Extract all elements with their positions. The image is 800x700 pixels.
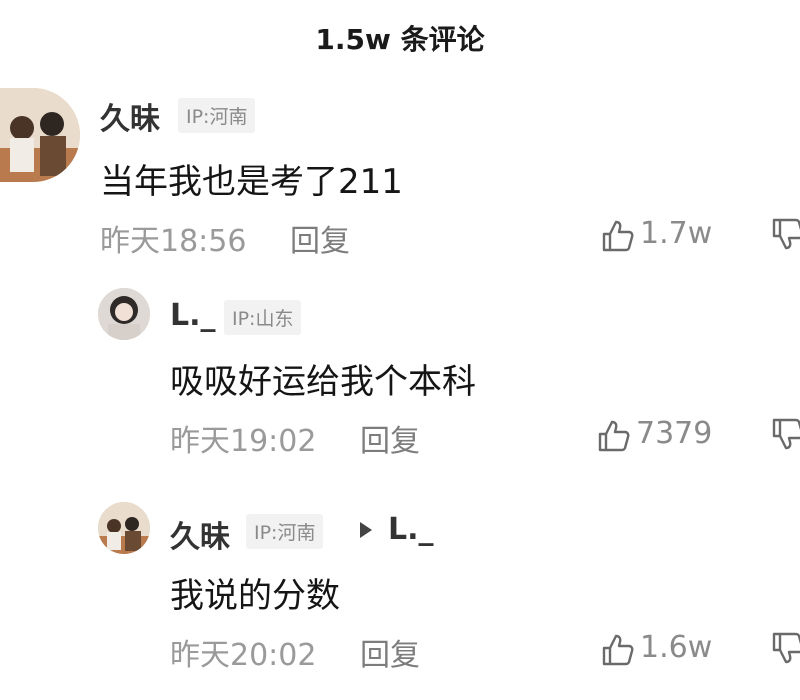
comment-username[interactable]: L._ bbox=[170, 298, 216, 333]
like-button[interactable]: 7379 bbox=[596, 416, 726, 456]
reply-button[interactable]: 回复 bbox=[360, 630, 420, 674]
comment-timestamp: 昨天19:02 bbox=[170, 424, 317, 459]
comment-text: 当年我也是考了211 bbox=[100, 162, 403, 202]
reply-target-username[interactable]: L._ bbox=[388, 512, 434, 547]
reply-button[interactable]: 回复 bbox=[290, 216, 350, 260]
thumbs-up-icon bbox=[602, 634, 634, 666]
avatar[interactable] bbox=[98, 288, 150, 340]
like-count: 1.7w bbox=[640, 216, 713, 251]
comments-page: 1.5w 条评论 久昧 IP:河南 当年我也是考了211 昨天18:56 回复 … bbox=[0, 0, 800, 700]
like-button[interactable]: 1.7w bbox=[600, 216, 730, 256]
ip-location-badge: IP:山东 bbox=[224, 300, 302, 335]
comment-text: 吸吸好运给我个本科 bbox=[170, 362, 476, 402]
reply-item: 久昧 IP:河南 L._ 我说的分数 昨天20:02 回复 1.6w bbox=[0, 480, 800, 700]
thumbs-down-icon[interactable] bbox=[770, 214, 800, 254]
comment-timestamp: 昨天18:56 bbox=[100, 224, 247, 259]
ip-location-badge: IP:河南 bbox=[246, 514, 324, 549]
avatar[interactable] bbox=[0, 88, 80, 182]
avatar-photo bbox=[98, 502, 150, 554]
comment-item: 久昧 IP:河南 当年我也是考了211 昨天18:56 回复 1.7w bbox=[0, 0, 800, 260]
thumbs-down-icon[interactable] bbox=[770, 414, 800, 454]
avatar-photo bbox=[98, 288, 150, 340]
like-count: 1.6w bbox=[640, 630, 713, 665]
comment-username[interactable]: 久昧 bbox=[170, 512, 230, 556]
avatar[interactable] bbox=[98, 502, 150, 554]
thumbs-up-icon bbox=[598, 420, 630, 452]
comment-timestamp: 昨天20:02 bbox=[170, 638, 317, 673]
thumbs-down-icon[interactable] bbox=[770, 628, 800, 668]
reply-item: L._ IP:山东 吸吸好运给我个本科 昨天19:02 回复 7379 bbox=[0, 260, 800, 480]
thumbs-up-icon bbox=[602, 220, 634, 252]
like-count: 7379 bbox=[636, 416, 713, 451]
triangle-right-icon bbox=[360, 522, 372, 538]
avatar-photo bbox=[0, 88, 80, 182]
like-button[interactable]: 1.6w bbox=[600, 630, 730, 670]
comment-username[interactable]: 久昧 bbox=[100, 94, 160, 138]
ip-location-badge: IP:河南 bbox=[178, 98, 256, 133]
reply-button[interactable]: 回复 bbox=[360, 416, 420, 460]
comment-text: 我说的分数 bbox=[170, 576, 340, 616]
